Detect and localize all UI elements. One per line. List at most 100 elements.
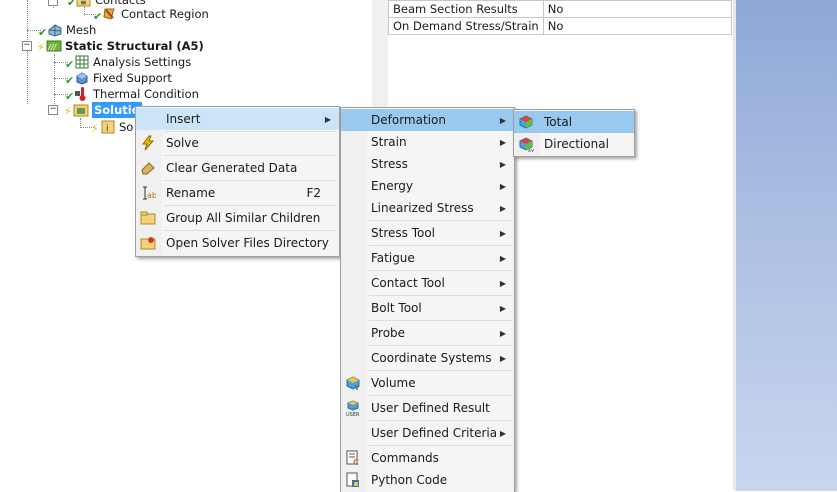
menu-separator	[369, 395, 512, 396]
menu-item-directional[interactable]: xyz Directional	[514, 133, 634, 155]
status-bolt-icon: ⚡	[91, 122, 99, 135]
insert-submenu: Deformation ▶ Strain ▶ Stress ▶ Energy ▶…	[340, 107, 515, 492]
menu-separator	[164, 205, 337, 206]
commands-icon: C	[345, 450, 361, 467]
solution-expander[interactable]: −	[48, 105, 58, 115]
submenu-arrow-icon: ▶	[499, 353, 506, 363]
static-structural-icon: /// ⚡	[37, 38, 62, 54]
menu-item-bolt-tool[interactable]: Bolt Tool ▶	[341, 297, 514, 319]
svg-text:i: i	[106, 124, 109, 134]
tree-item-solution-information[interactable]: i ⚡ So	[91, 119, 133, 135]
submenu-arrow-icon: ▶	[499, 181, 506, 191]
menu-item-deformation[interactable]: Deformation ▶	[341, 109, 514, 131]
mesh-icon: ✔	[38, 22, 63, 39]
menu-item-python-code[interactable]: Python Code	[341, 469, 514, 491]
folder-icon	[140, 210, 156, 226]
fixed-support-icon: ✔	[65, 70, 90, 87]
menu-item-fatigue[interactable]: Fatigue ▶	[341, 247, 514, 269]
submenu-arrow-icon: ▶	[499, 203, 506, 213]
tree-item-solution[interactable]: ⚡ Solutio	[64, 102, 142, 118]
menu-item-clear-generated-data[interactable]: Clear Generated Data	[136, 157, 339, 179]
tree-connector	[27, 0, 28, 104]
menu-item-commands[interactable]: C Commands	[341, 447, 514, 469]
menu-separator	[164, 180, 337, 181]
contacts-folder-icon: ≡ ✔	[67, 0, 92, 9]
user-defined-result-icon: USER	[345, 400, 361, 418]
status-check-icon: ✔	[65, 74, 75, 87]
menu-item-total[interactable]: Total	[514, 111, 634, 133]
total-deformation-icon	[518, 114, 534, 130]
tree-item-thermal-condition[interactable]: ✔ Thermal Condition	[65, 86, 199, 103]
status-check-icon: ✔	[65, 58, 75, 71]
submenu-arrow-icon: ▶	[499, 115, 506, 125]
tree-item-mesh[interactable]: ✔ Mesh	[38, 22, 96, 39]
menu-item-solve[interactable]: Solve	[136, 132, 339, 154]
menu-item-energy[interactable]: Energy ▶	[341, 175, 514, 197]
menu-separator	[369, 320, 512, 321]
details-panel: Beam Section Results No On Demand Stress…	[388, 0, 733, 35]
menu-item-stress[interactable]: Stress ▶	[341, 153, 514, 175]
svg-text:xyz: xyz	[528, 148, 534, 152]
menu-separator	[164, 230, 337, 231]
graphics-viewport[interactable]	[736, 0, 837, 491]
tree-item-contact-region[interactable]: ✔ Contact Region	[93, 6, 209, 23]
menu-separator	[369, 445, 512, 446]
solution-icon: ⚡	[64, 102, 89, 118]
rename-icon: ab	[140, 185, 157, 201]
details-value[interactable]: No	[542, 17, 733, 35]
submenu-arrow-icon: ▶	[499, 253, 506, 263]
static-structural-expander[interactable]: −	[22, 41, 32, 51]
menu-separator	[369, 370, 512, 371]
submenu-arrow-icon: ▶	[499, 159, 506, 169]
menu-item-open-solver-files-directory[interactable]: Open Solver Files Directory	[136, 232, 339, 254]
details-table: Beam Section Results No On Demand Stress…	[388, 0, 733, 35]
solve-lightning-icon	[140, 135, 156, 151]
tree-item-static-structural[interactable]: /// ⚡ Static Structural (A5)	[37, 38, 204, 54]
menu-item-strain[interactable]: Strain ▶	[341, 131, 514, 153]
menu-item-user-defined-result[interactable]: USER User Defined Result	[341, 397, 514, 419]
menu-separator	[369, 220, 512, 221]
menu-item-insert[interactable]: Insert ▶	[136, 108, 339, 130]
svg-text:≡: ≡	[80, 0, 87, 7]
directional-deformation-icon: xyz	[518, 136, 537, 154]
details-row: On Demand Stress/Strain No	[388, 17, 733, 35]
menu-item-group-all-similar-children[interactable]: Group All Similar Children	[136, 207, 339, 229]
status-bolt-icon: ⚡	[37, 41, 45, 54]
submenu-arrow-icon: ▶	[499, 303, 506, 313]
details-key: Beam Section Results	[388, 0, 544, 18]
svg-text:ab: ab	[147, 191, 156, 200]
deformation-submenu: Total xyz Directional	[513, 109, 635, 157]
svg-text:///: ///	[47, 43, 57, 52]
open-folder-icon	[140, 235, 156, 251]
python-code-icon	[345, 472, 361, 488]
menu-separator	[369, 270, 512, 271]
submenu-arrow-icon: ▶	[499, 137, 506, 147]
tree-item-fixed-support[interactable]: ✔ Fixed Support	[65, 70, 172, 87]
menu-item-probe[interactable]: Probe ▶	[341, 322, 514, 344]
submenu-arrow-icon: ▶	[499, 228, 506, 238]
menu-separator	[164, 155, 337, 156]
menu-separator	[369, 420, 512, 421]
menu-item-linearized-stress[interactable]: Linearized Stress ▶	[341, 197, 514, 219]
svg-text:C: C	[353, 458, 359, 466]
menu-separator	[369, 295, 512, 296]
details-key: On Demand Stress/Strain	[388, 17, 544, 35]
volume-icon: V	[345, 375, 361, 392]
svg-text:USER: USER	[346, 412, 360, 416]
contacts-expander[interactable]: −	[48, 0, 58, 6]
menu-item-rename[interactable]: ab Rename F2	[136, 182, 339, 204]
contact-region-icon: ✔	[93, 6, 118, 23]
submenu-arrow-icon: ▶	[499, 328, 506, 338]
menu-item-coordinate-systems[interactable]: Coordinate Systems ▶	[341, 347, 514, 369]
analysis-settings-icon: ✔	[65, 54, 90, 71]
submenu-arrow-icon: ▶	[499, 428, 506, 438]
menu-separator	[369, 345, 512, 346]
menu-item-user-defined-criteria[interactable]: User Defined Criteria ▶	[341, 422, 514, 444]
menu-item-volume[interactable]: V Volume	[341, 372, 514, 394]
eraser-icon	[140, 160, 156, 176]
tree-item-analysis-settings[interactable]: ✔ Analysis Settings	[65, 54, 191, 71]
context-menu: Insert ▶ Solve Clear Generated Data ab R…	[135, 106, 340, 257]
menu-item-stress-tool[interactable]: Stress Tool ▶	[341, 222, 514, 244]
details-value[interactable]: No	[542, 0, 733, 18]
menu-item-contact-tool[interactable]: Contact Tool ▶	[341, 272, 514, 294]
